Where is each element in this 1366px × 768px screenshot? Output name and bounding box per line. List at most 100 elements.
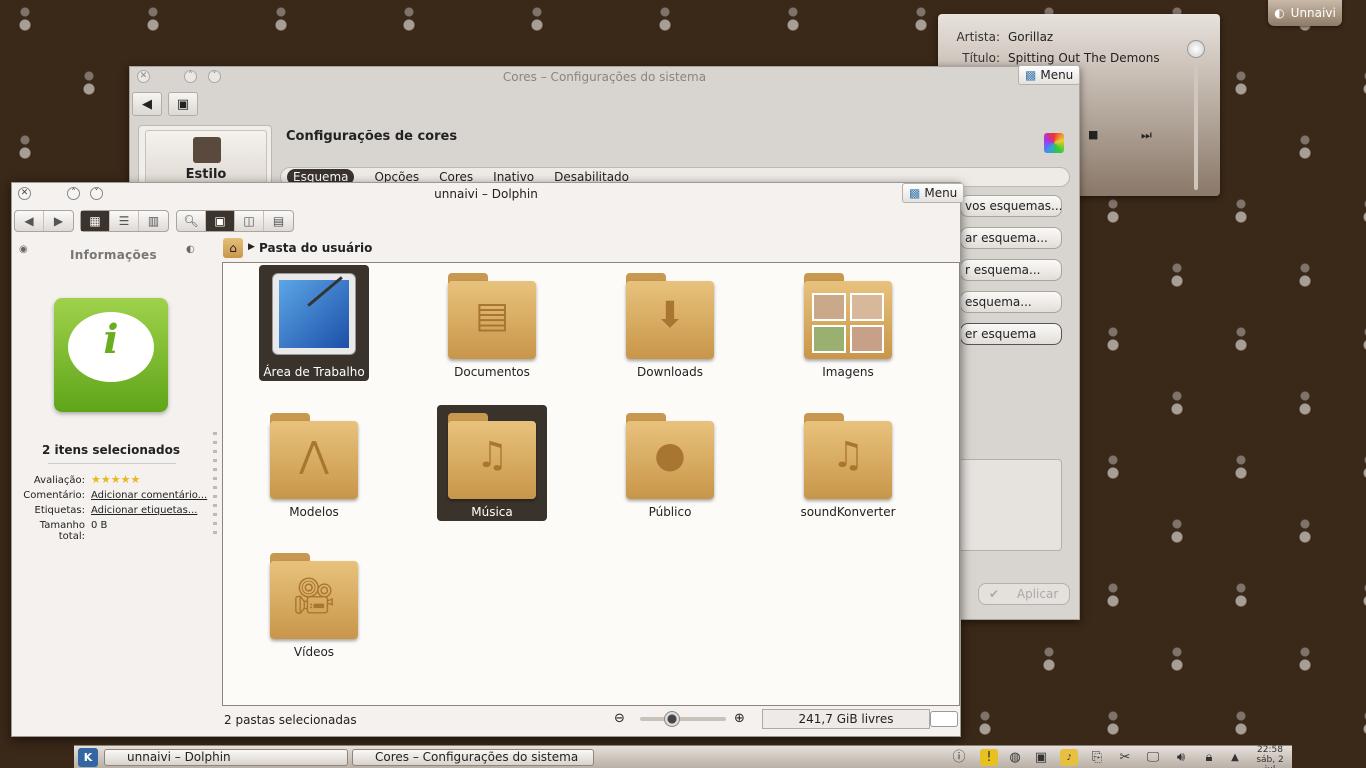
item-label: Imagens <box>822 365 874 379</box>
navigation-group: ◀ ▶ <box>14 210 74 232</box>
rating-stars[interactable]: ★★★★★ <box>91 474 140 485</box>
status-extra-box <box>930 711 958 727</box>
videos-folder-icon: 🎥︎ <box>270 553 358 639</box>
window-title: Cores – Configurações do sistema <box>502 70 707 84</box>
task-dolphin[interactable]: unnaivi – Dolphin <box>104 749 348 766</box>
columns-view-icon[interactable]: ▥ <box>139 211 168 231</box>
breadcrumb[interactable]: Pasta do usuário <box>259 241 372 255</box>
size-key-line1: Tamanho <box>39 520 85 531</box>
menu-button[interactable]: ▩ Menu <box>902 183 965 203</box>
panel-close-icon[interactable]: ◉ <box>19 244 28 255</box>
folder-item-templates[interactable]: ⋀ Modelos <box>259 405 369 521</box>
taskbar: K unnaivi – Dolphin Cores – Configuraçõe… <box>74 745 1292 768</box>
volume-tray-icon[interactable]: 🔊︎ <box>1172 749 1190 766</box>
information-icon: i <box>54 298 168 412</box>
expand-tray-icon[interactable]: ▲ <box>1226 749 1244 766</box>
task-colors[interactable]: Cores – Configurações do sistema <box>352 749 594 766</box>
user-label: Unnaivi <box>1290 6 1336 20</box>
color-wheel-icon <box>1044 133 1064 153</box>
zoom-out-icon[interactable]: ⊖ <box>614 711 625 726</box>
rating-key: Avaliação: <box>33 475 85 486</box>
folder-item-music[interactable]: ♫ Música <box>437 405 547 521</box>
lock-tray-icon[interactable]: 🔒︎ <box>1200 749 1218 766</box>
folder-item-desktop[interactable]: Área de Trabalho <box>259 265 369 381</box>
window-title: unnaivi – Dolphin <box>434 187 538 201</box>
stop-icon[interactable]: ■ <box>1088 128 1098 141</box>
size-value: 0 B <box>91 520 108 531</box>
import-scheme-button[interactable]: ar esquema... <box>960 227 1062 249</box>
item-label: Downloads <box>637 365 703 379</box>
remove-scheme-button[interactable]: r esquema... <box>960 259 1062 281</box>
check-icon: ✔ <box>989 587 1000 601</box>
page-title: Configurações de cores <box>286 129 458 144</box>
folder-item-downloads[interactable]: ⬇ Downloads <box>615 265 725 381</box>
zoom-in-icon[interactable]: ⊕ <box>734 711 745 726</box>
apply-button[interactable]: ✔ Aplicar <box>978 583 1070 605</box>
display-tray-icon[interactable]: 🖵︎ <box>1144 749 1162 766</box>
save-scheme-button[interactable]: er esquema <box>960 323 1062 345</box>
zoom-slider[interactable] <box>640 717 726 721</box>
clipboard-tray-icon[interactable]: ✂ <box>1116 749 1134 766</box>
clock[interactable]: 22:58 sáb, 2 jul <box>1250 745 1290 768</box>
add-comment-link[interactable]: Adicionar comentário... <box>91 490 207 501</box>
item-label: Área de Trabalho <box>263 365 365 379</box>
free-space-indicator: 241,7 GiB livres <box>762 709 930 729</box>
music-tray-icon[interactable]: ♪ <box>1060 749 1078 766</box>
apply-label: Aplicar <box>1016 587 1059 601</box>
new-schemes-button[interactable]: vos esquemas... <box>960 195 1062 217</box>
panel-dock-icon[interactable]: ◐ <box>186 244 195 255</box>
kde-menu-icon[interactable]: K <box>78 748 98 767</box>
monitor-icon: ▣ <box>176 96 190 112</box>
title-value: Spitting Out The Demons <box>1008 51 1160 65</box>
upload-scheme-button[interactable]: esquema... <box>960 291 1062 313</box>
home-icon[interactable]: ⌂ <box>223 238 243 258</box>
downloads-folder-icon: ⬇ <box>626 273 714 359</box>
item-label: Modelos <box>289 505 339 519</box>
folder-item-soundkonverter[interactable]: ♫ soundKonverter <box>793 405 903 521</box>
folder-item-pictures[interactable]: Imagens <box>793 265 903 381</box>
icons-view-icon[interactable]: ▦ <box>81 211 110 231</box>
info-panel-icon[interactable]: ▤ <box>264 211 293 231</box>
chevron-right-icon[interactable]: ▶ <box>248 242 255 252</box>
documents-folder-icon: ▤ <box>448 273 536 359</box>
package-tray-icon[interactable]: ▣ <box>1032 749 1050 766</box>
selection-count: 2 itens selecionados <box>42 443 180 457</box>
templates-folder-icon: ⋀ <box>270 413 358 499</box>
folder-item-documents[interactable]: ▤ Documentos <box>437 265 547 381</box>
volume-track[interactable] <box>1194 40 1198 190</box>
volume-knob[interactable] <box>1187 40 1205 58</box>
sidebar-item-style[interactable]: Estilo <box>145 130 267 184</box>
back-button[interactable]: ◀ <box>132 92 162 116</box>
search-icon[interactable]: 🔍︎ <box>177 211 206 231</box>
comment-key: Comentário: <box>23 490 85 501</box>
back-icon[interactable]: ◀ <box>15 211 44 231</box>
next-track-icon[interactable]: ⏭ <box>1141 128 1152 143</box>
splitter-handle[interactable] <box>213 432 217 536</box>
music-folder-icon: ♫ <box>804 413 892 499</box>
forward-icon[interactable]: ▶ <box>44 211 73 231</box>
notes-tray-icon[interactable]: ! <box>980 749 998 766</box>
tags-key: Etiquetas: <box>34 505 85 516</box>
artist-value: Gorillaz <box>1008 30 1054 44</box>
file-view[interactable]: Área de Trabalho ▤ Documentos ⬇ Download… <box>222 262 960 706</box>
folder-item-videos[interactable]: 🎥︎ Vídeos <box>259 545 369 661</box>
details-view-icon[interactable]: ☰ <box>110 211 139 231</box>
artist-key: Artista: <box>956 30 1000 44</box>
split-icon[interactable]: ◫ <box>235 211 264 231</box>
add-tags-link[interactable]: Adicionar etiquetas... <box>91 505 197 516</box>
zoom-slider-knob[interactable] <box>664 711 680 727</box>
user-switch-button[interactable]: ◐ Unnaivi <box>1268 0 1342 26</box>
item-label: soundKonverter <box>800 505 896 519</box>
menu-button[interactable]: ▩ Menu <box>1018 65 1081 85</box>
folder-item-public[interactable]: ● Público <box>615 405 725 521</box>
devices-tray-icon[interactable]: ⎘ <box>1088 749 1106 766</box>
menu-label: Menu <box>1040 68 1074 82</box>
preview-icon[interactable]: ▣ <box>206 211 235 231</box>
info-panel-title: Informações <box>70 248 157 262</box>
overview-button[interactable]: ▣ <box>168 92 198 116</box>
item-label: Música <box>471 505 513 519</box>
preview-box <box>958 459 1062 551</box>
network-tray-icon[interactable]: ◍ <box>1006 749 1024 766</box>
item-label: Público <box>648 505 692 519</box>
info-tray-icon[interactable]: ⓘ <box>950 749 968 766</box>
